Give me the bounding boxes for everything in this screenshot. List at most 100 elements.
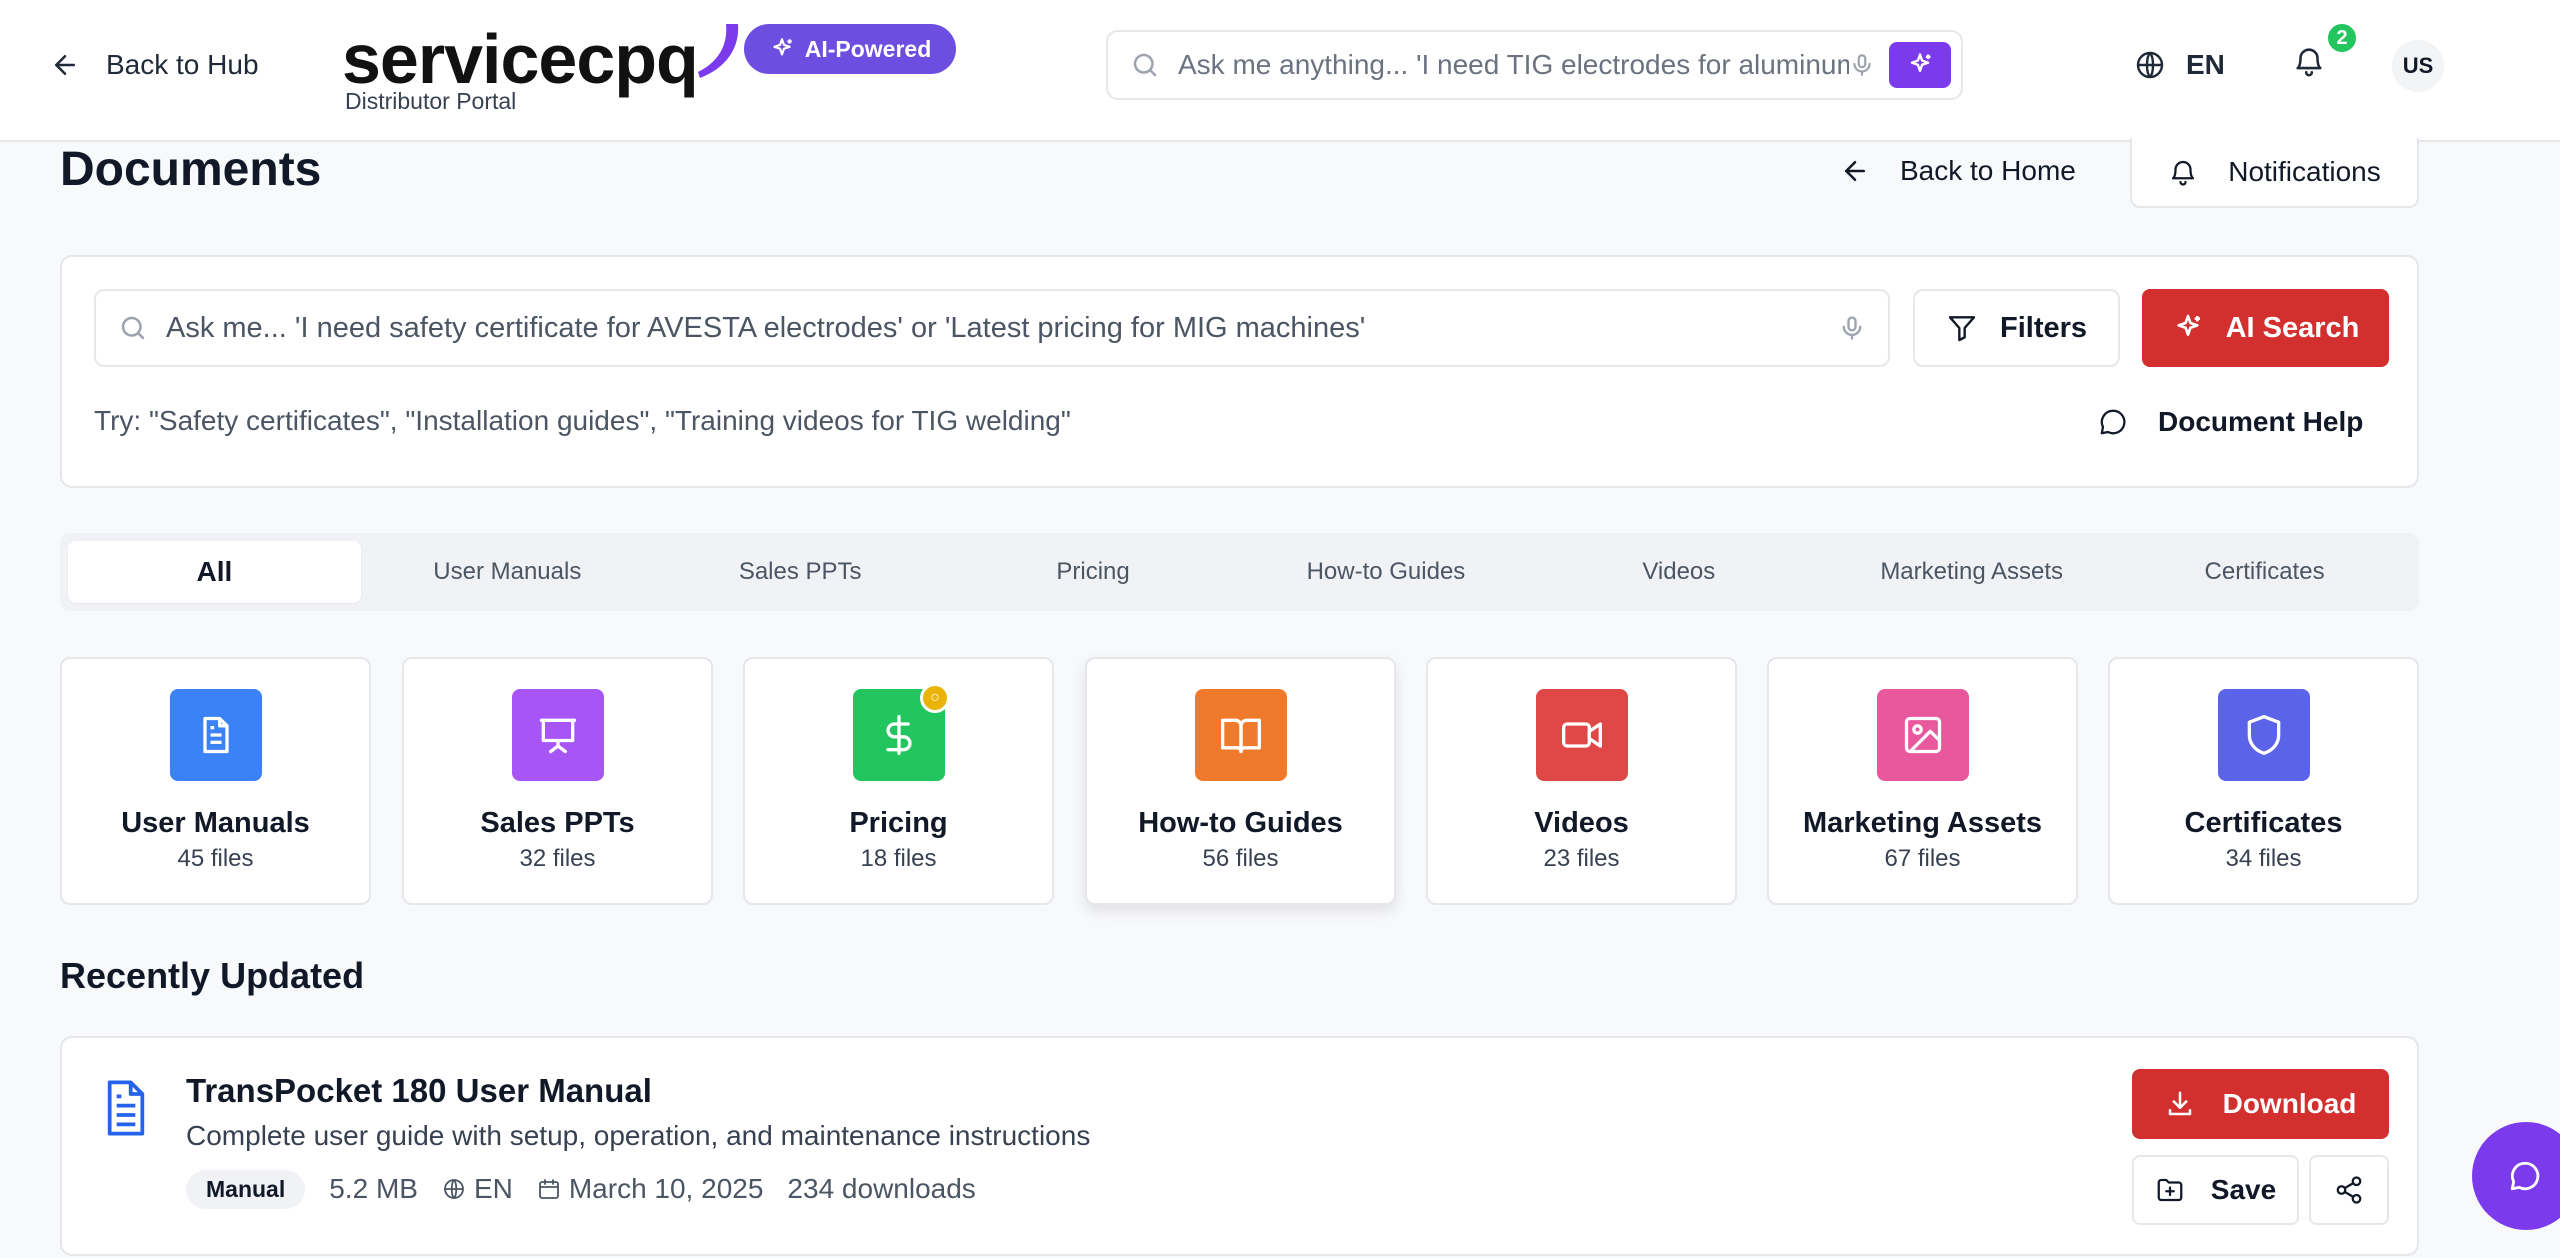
- sparkles-icon: [769, 36, 795, 62]
- category-card-certificates[interactable]: Certificates 34 files: [2108, 657, 2419, 905]
- category-name: How-to Guides: [1138, 807, 1343, 839]
- globe-icon: [2134, 49, 2166, 81]
- back-to-hub-label: Back to Hub: [106, 49, 259, 80]
- chat-assistant-button[interactable]: [2472, 1122, 2560, 1230]
- notifications-bell-button[interactable]: [2292, 44, 2334, 86]
- portal-subtitle: Distributor Portal: [345, 88, 517, 114]
- tab-user-manuals[interactable]: User Manuals: [361, 541, 654, 603]
- calendar-icon: [537, 1177, 561, 1201]
- tab-pricing[interactable]: Pricing: [947, 541, 1240, 603]
- sparkles-icon: [2172, 312, 2204, 344]
- chat-bubble-icon: [2508, 1159, 2542, 1193]
- top-header: Back to Hub servicecpq Distributor Porta…: [0, 0, 2560, 142]
- filters-button[interactable]: Filters: [1913, 289, 2120, 367]
- bell-icon: [2292, 44, 2334, 78]
- share-button[interactable]: [2309, 1155, 2389, 1225]
- arrow-left-icon: [1840, 156, 1870, 186]
- category-name: Marketing Assets: [1802, 807, 2043, 839]
- category-tabs: All User Manuals Sales PPTs Pricing How-…: [60, 533, 2419, 611]
- sparkles-icon: [1910, 53, 1931, 73]
- document-meta: Manual 5.2 MB EN March 10, 2025 234 down…: [186, 1168, 976, 1210]
- globe-icon: [442, 1177, 466, 1201]
- save-label: Save: [2210, 1174, 2277, 1205]
- category-card-pricing[interactable]: ○ Pricing 18 files: [743, 657, 1054, 905]
- document-date: March 10, 2025: [537, 1173, 764, 1205]
- download-label: Download: [2222, 1088, 2357, 1119]
- notification-count-badge: 2: [2326, 22, 2358, 54]
- category-card-videos[interactable]: Videos 23 files: [1426, 657, 1737, 905]
- folder-plus-icon: [2155, 1175, 2185, 1205]
- ai-search-button[interactable]: AI Search: [2142, 289, 2389, 367]
- category-count: 32 files: [519, 845, 596, 872]
- category-count: 67 files: [1884, 845, 1961, 872]
- book-open-icon: [1195, 689, 1287, 781]
- category-name: Videos: [1534, 807, 1629, 839]
- document-type-badge: Manual: [186, 1169, 306, 1209]
- logo-text: servicecpq: [342, 20, 699, 98]
- category-name: Certificates: [2184, 807, 2343, 839]
- language-selector[interactable]: EN: [2134, 44, 2225, 86]
- document-date-text: March 10, 2025: [568, 1173, 764, 1204]
- category-name: User Manuals: [121, 807, 310, 839]
- brand-logo[interactable]: servicecpq: [342, 14, 742, 94]
- tab-certificates[interactable]: Certificates: [2118, 541, 2411, 603]
- document-description: Complete user guide with setup, operatio…: [186, 1120, 1091, 1151]
- category-card-sales-ppts[interactable]: Sales PPTs 32 files: [402, 657, 713, 905]
- category-card-user-manuals[interactable]: User Manuals 45 files: [60, 657, 371, 905]
- tab-how-to-guides[interactable]: How-to Guides: [1240, 541, 1533, 603]
- microphone-icon[interactable]: [1849, 52, 1875, 78]
- category-name: Pricing: [849, 807, 948, 839]
- tab-sales-ppts[interactable]: Sales PPTs: [654, 541, 947, 603]
- tab-all[interactable]: All: [68, 541, 361, 603]
- document-title[interactable]: TransPocket 180 User Manual: [186, 1072, 652, 1110]
- document-downloads: 234 downloads: [787, 1173, 976, 1204]
- filters-label: Filters: [1999, 311, 2088, 344]
- category-count: 34 files: [2225, 845, 2302, 872]
- back-to-home-button[interactable]: Back to Home: [1840, 150, 2076, 192]
- document-search-input[interactable]: Ask me... 'I need safety certificate for…: [166, 312, 1838, 345]
- search-icon: [118, 313, 148, 343]
- language-code: EN: [2186, 49, 2225, 80]
- share-icon: [2334, 1175, 2364, 1205]
- back-to-home-label: Back to Home: [1900, 155, 2076, 186]
- tab-marketing-assets[interactable]: Marketing Assets: [1825, 541, 2118, 603]
- document-help-label: Document Help: [2158, 406, 2364, 437]
- update-indicator-dot: ○: [920, 683, 950, 713]
- global-search-bar[interactable]: Ask me anything... 'I need TIG electrode…: [1106, 30, 1963, 100]
- save-button[interactable]: Save: [2132, 1155, 2299, 1225]
- logo-swoosh-icon: [696, 22, 742, 86]
- filter-icon: [1946, 312, 1978, 344]
- ai-search-label: AI Search: [2225, 311, 2360, 344]
- search-icon: [1130, 50, 1160, 80]
- global-search-input[interactable]: Ask me anything... 'I need TIG electrode…: [1178, 49, 1849, 81]
- category-count: 45 files: [177, 845, 254, 872]
- user-avatar[interactable]: US: [2392, 40, 2444, 92]
- document-search-bar[interactable]: Ask me... 'I need safety certificate for…: [94, 289, 1890, 367]
- ai-badge-label: AI-Powered: [804, 35, 932, 62]
- document-size: 5.2 MB: [329, 1173, 418, 1204]
- category-card-how-to-guides[interactable]: How-to Guides 56 files: [1085, 657, 1396, 905]
- video-icon: [1536, 689, 1628, 781]
- category-name: Sales PPTs: [480, 807, 635, 839]
- category-count: 56 files: [1202, 845, 1279, 872]
- page-title: Documents: [60, 143, 322, 196]
- ai-powered-badge: AI-Powered: [744, 24, 956, 74]
- document-icon: [170, 689, 262, 781]
- microphone-icon[interactable]: [1838, 314, 1866, 342]
- image-icon: [1877, 689, 1969, 781]
- notifications-button[interactable]: Notifications: [2130, 138, 2419, 208]
- file-text-icon: [98, 1076, 154, 1140]
- ai-assist-button[interactable]: [1889, 42, 1951, 88]
- category-count: 18 files: [860, 845, 937, 872]
- document-help-button[interactable]: Document Help: [2098, 401, 2363, 443]
- download-button[interactable]: Download: [2132, 1069, 2389, 1139]
- chat-bubble-icon: [2098, 407, 2128, 437]
- category-card-marketing-assets[interactable]: Marketing Assets 67 files: [1767, 657, 2078, 905]
- arrow-left-icon: [50, 50, 80, 80]
- shield-icon: [2218, 689, 2310, 781]
- back-to-hub-link[interactable]: Back to Hub: [50, 44, 259, 86]
- tab-videos[interactable]: Videos: [1532, 541, 1825, 603]
- document-list-item[interactable]: TransPocket 180 User Manual Complete use…: [60, 1036, 2419, 1256]
- presentation-icon: [512, 689, 604, 781]
- download-icon: [2165, 1089, 2195, 1119]
